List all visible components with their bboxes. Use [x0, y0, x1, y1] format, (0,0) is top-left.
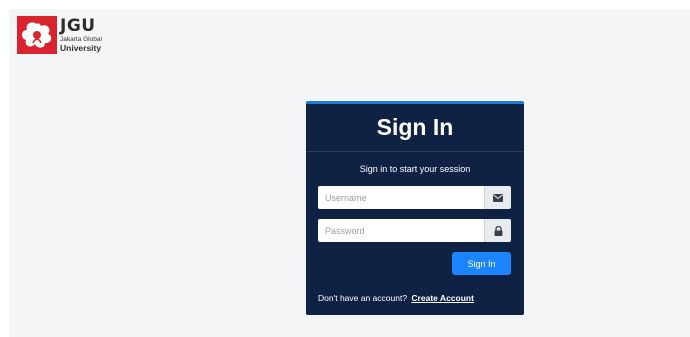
password-input[interactable]: [318, 219, 484, 242]
username-input[interactable]: [318, 186, 484, 209]
login-panel: Sign In Sign in to start your session Si…: [306, 101, 524, 315]
username-group: [318, 186, 511, 209]
create-account-link[interactable]: Create Account: [411, 293, 474, 303]
lock-icon: [484, 219, 511, 242]
password-group: [318, 219, 511, 242]
login-header: Sign In: [306, 104, 524, 152]
login-message: Sign in to start your session: [359, 164, 471, 174]
orchid-logo-icon: [17, 16, 57, 54]
envelope-icon: [484, 186, 511, 209]
brand-name: JGU: [60, 15, 96, 36]
register-prompt: Don't have an account?: [318, 293, 408, 303]
login-title: Sign In: [376, 114, 454, 140]
sign-in-button[interactable]: Sign In: [452, 252, 511, 275]
register-prompt-line: Don't have an account? Create Account: [318, 293, 474, 303]
brand-logo[interactable]: JGU Jakarta Global University: [17, 16, 102, 54]
brand-subtitle-line2: University: [60, 43, 102, 53]
